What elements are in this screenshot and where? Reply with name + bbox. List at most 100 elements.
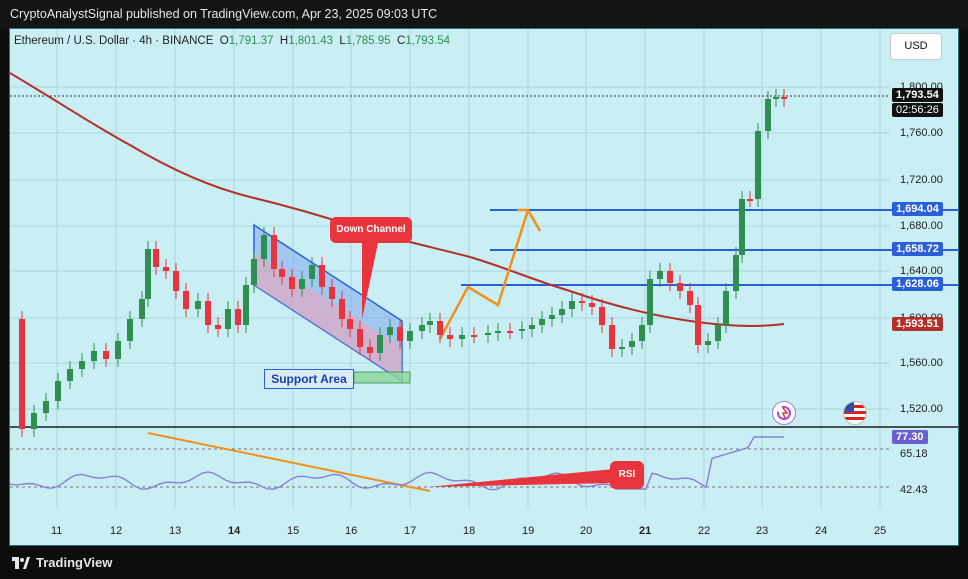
candle [67, 369, 73, 381]
candle [647, 279, 653, 325]
candle [19, 319, 25, 429]
candlestick-series [19, 89, 787, 437]
us-flag-icon[interactable] [843, 401, 867, 425]
candle [235, 309, 241, 325]
candle [471, 335, 477, 337]
time-tick: 19 [522, 525, 535, 537]
candle [127, 319, 133, 341]
rsi-callout: RSI [610, 461, 644, 489]
candle [519, 329, 525, 331]
candle [639, 325, 645, 341]
candle [657, 271, 663, 279]
price-tick-1520: 1,520.00 [900, 403, 943, 415]
candle [55, 381, 61, 401]
support-area-zone [353, 371, 411, 384]
candle [289, 277, 295, 289]
candle [339, 299, 345, 319]
candle [549, 315, 555, 319]
candle [667, 271, 673, 283]
candle [377, 335, 383, 353]
candle [271, 235, 277, 269]
time-tick: 22 [698, 525, 711, 537]
time-tick: 16 [345, 525, 358, 537]
open-value: 1,791.37 [228, 35, 274, 47]
tradingview-logo-icon [12, 556, 30, 569]
candle [347, 319, 353, 329]
rsi-tick-lower: 42.43 [900, 484, 928, 496]
rsi-trendline [147, 432, 431, 492]
candle [139, 299, 145, 319]
price-tick-1560: 1,560.00 [900, 357, 943, 369]
candle [115, 341, 121, 359]
ma-tag: 1,593.51 [892, 317, 943, 331]
candle [427, 321, 433, 325]
publisher-bar: CryptoAnalystSignal published on Trading… [0, 0, 968, 28]
time-tick: 15 [287, 525, 300, 537]
candle [447, 335, 453, 339]
candle [539, 319, 545, 325]
publisher-text: CryptoAnalystSignal published on Trading… [10, 7, 438, 21]
candle [765, 99, 771, 131]
candle [329, 287, 335, 299]
candle [687, 291, 693, 305]
candle [387, 327, 393, 335]
candle [579, 301, 585, 303]
high-value: 1,801.43 [288, 35, 333, 47]
symbol-title: Ethereum / U.S. Dollar · 4h · BINANCE [14, 35, 214, 47]
candle [781, 97, 787, 99]
time-tick: 17 [404, 525, 417, 537]
candle [243, 285, 249, 325]
candle [495, 331, 501, 333]
candle [195, 301, 201, 309]
rsi-current-tag: 77.30 [892, 430, 928, 444]
rsi-line [10, 436, 784, 491]
candle [705, 341, 711, 345]
level-tag-1658: 1,658.72 [892, 242, 943, 256]
candle [773, 97, 779, 99]
candle [755, 131, 761, 199]
candle [739, 199, 745, 255]
current-price-tag: 1,793.54 [892, 88, 943, 102]
candle [153, 249, 159, 267]
candle [145, 249, 151, 299]
candle [419, 325, 425, 331]
candle [589, 303, 595, 307]
candle [163, 267, 169, 271]
candle [205, 301, 211, 325]
price-tick-1760: 1,760.00 [900, 127, 943, 139]
candle [309, 265, 315, 279]
close-value: 1,793.54 [405, 35, 451, 47]
candle [559, 309, 565, 315]
candle [407, 331, 413, 341]
time-tick: 11 [51, 525, 63, 537]
tradingview-logo[interactable]: TradingView [12, 555, 112, 570]
time-tick: 25 [874, 525, 887, 537]
time-tick: 20 [580, 525, 593, 537]
down-channel-callout: Down Channel [330, 217, 412, 243]
time-tick: 12 [110, 525, 123, 537]
price-chart[interactable] [10, 29, 959, 546]
price-tick-1640: 1,640.00 [900, 265, 943, 277]
candle [629, 341, 635, 347]
currency-button[interactable]: USD [890, 33, 942, 60]
candle [43, 401, 49, 413]
candle [723, 291, 729, 325]
candle [299, 279, 305, 289]
support-area-label: Support Area [264, 369, 354, 389]
candle [459, 335, 465, 339]
bar-countdown: 02:56:26 [892, 103, 943, 117]
level-tag-1694: 1,694.04 [892, 202, 943, 216]
rsi-tick-upper: 65.18 [900, 448, 928, 460]
replay-icon[interactable] [772, 401, 796, 425]
candle [319, 265, 325, 287]
candle [79, 361, 85, 369]
time-tick: 13 [169, 525, 182, 537]
chart-panel[interactable]: Ethereum / U.S. Dollar · 4h · BINANCE O1… [9, 28, 959, 546]
candle [715, 325, 721, 341]
candle [397, 327, 403, 341]
candle [677, 283, 683, 291]
candle [183, 291, 189, 309]
candle [507, 331, 513, 333]
symbol-legend: Ethereum / U.S. Dollar · 4h · BINANCE O1… [14, 35, 450, 47]
time-tick: 14 [228, 525, 241, 537]
